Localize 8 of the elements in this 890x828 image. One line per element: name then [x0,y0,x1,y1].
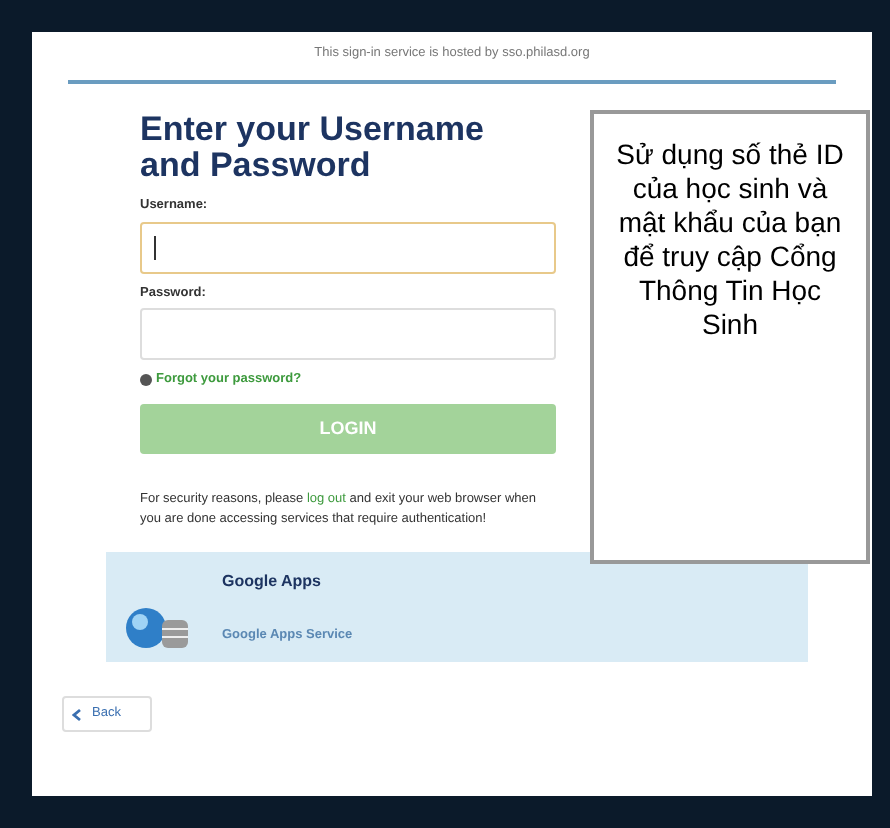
chevron-left-icon [72,707,82,721]
globe-database-icon [124,602,192,650]
username-field[interactable] [140,221,556,273]
login-heading: Enter your Username and Password [140,111,486,184]
password-field[interactable] [140,308,556,361]
service-name: Google Apps [222,569,323,593]
help-icon [140,374,152,387]
callout-text: Sử dụng số thẻ ID của học sinh và mật khẩu của bạn để truy cập Cổng Thông Tin Học Sinh [614,138,846,344]
